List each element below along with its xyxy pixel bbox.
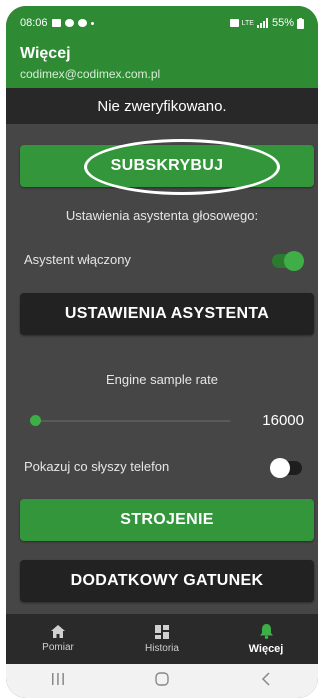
- nav-label: Pomiar: [42, 642, 74, 653]
- gallery-notification-icon: [51, 19, 61, 27]
- page-title: Więcej: [20, 45, 71, 62]
- app-bar: Więcej codimex@codimex.com.pl: [6, 40, 318, 88]
- bottom-navigation: Pomiar Historia Więcej: [6, 614, 318, 664]
- nav-item-historia[interactable]: Historia: [110, 614, 214, 664]
- account-email: codimex@codimex.com.pl: [20, 67, 161, 81]
- tuning-button[interactable]: STROJENIE: [20, 499, 314, 541]
- assistant-settings-button[interactable]: USTAWIENIA ASYSTENTA: [20, 293, 314, 335]
- sample-rate-value: 16000: [262, 412, 304, 429]
- system-navigation-bar: [6, 664, 318, 698]
- voice-assistant-section-label: Ustawienia asystenta głosowego:: [65, 208, 259, 223]
- bell-icon: [259, 623, 273, 639]
- more-notifications-icon: [90, 21, 94, 25]
- phone-hearing-label: Pokazuj co słyszy telefon: [24, 459, 170, 474]
- battery-percent: 55%: [271, 17, 294, 29]
- toggle-knob: [284, 251, 304, 271]
- engine-sample-rate-label: Engine sample rate: [105, 372, 218, 387]
- additional-species-button[interactable]: DODATKOWY GATUNEK: [20, 560, 314, 602]
- sample-rate-slider-track[interactable]: [34, 420, 230, 422]
- cloud-notification-icon: [64, 19, 74, 27]
- battery-icon: [297, 17, 304, 29]
- status-time: 08:06: [20, 17, 48, 29]
- back-icon[interactable]: [236, 671, 296, 691]
- nav-item-pomiar[interactable]: Pomiar: [6, 614, 110, 664]
- recent-apps-icon[interactable]: [28, 672, 88, 690]
- home-button-icon[interactable]: [132, 671, 192, 691]
- nav-label: Więcej: [248, 642, 284, 655]
- alarm-icon: [229, 19, 239, 27]
- verification-status: Nie zweryfikowano.: [6, 88, 318, 124]
- assistant-enabled-label: Asystent włączony: [24, 252, 131, 267]
- nav-item-wiecej[interactable]: Więcej: [214, 614, 318, 664]
- settings-content: SUBSKRYBUJ Ustawienia asystenta głosoweg…: [6, 124, 318, 614]
- phone-hearing-toggle[interactable]: [270, 458, 302, 478]
- subscribe-button[interactable]: SUBSKRYBUJ: [20, 145, 314, 187]
- signal-icon: [256, 18, 268, 28]
- home-icon: [51, 625, 65, 638]
- sample-rate-slider-thumb[interactable]: [30, 415, 41, 426]
- nav-label: Historia: [145, 642, 179, 654]
- message-notification-icon: [77, 19, 87, 27]
- status-bar: 08:06 LTE 55%: [6, 6, 318, 40]
- toggle-knob: [270, 458, 290, 478]
- phone-screen: 08:06 LTE 55% Więcej codimex@codimex.com…: [6, 6, 318, 698]
- dashboard-icon: [155, 624, 169, 639]
- assistant-enabled-toggle[interactable]: [272, 251, 304, 271]
- network-type: LTE: [241, 19, 254, 27]
